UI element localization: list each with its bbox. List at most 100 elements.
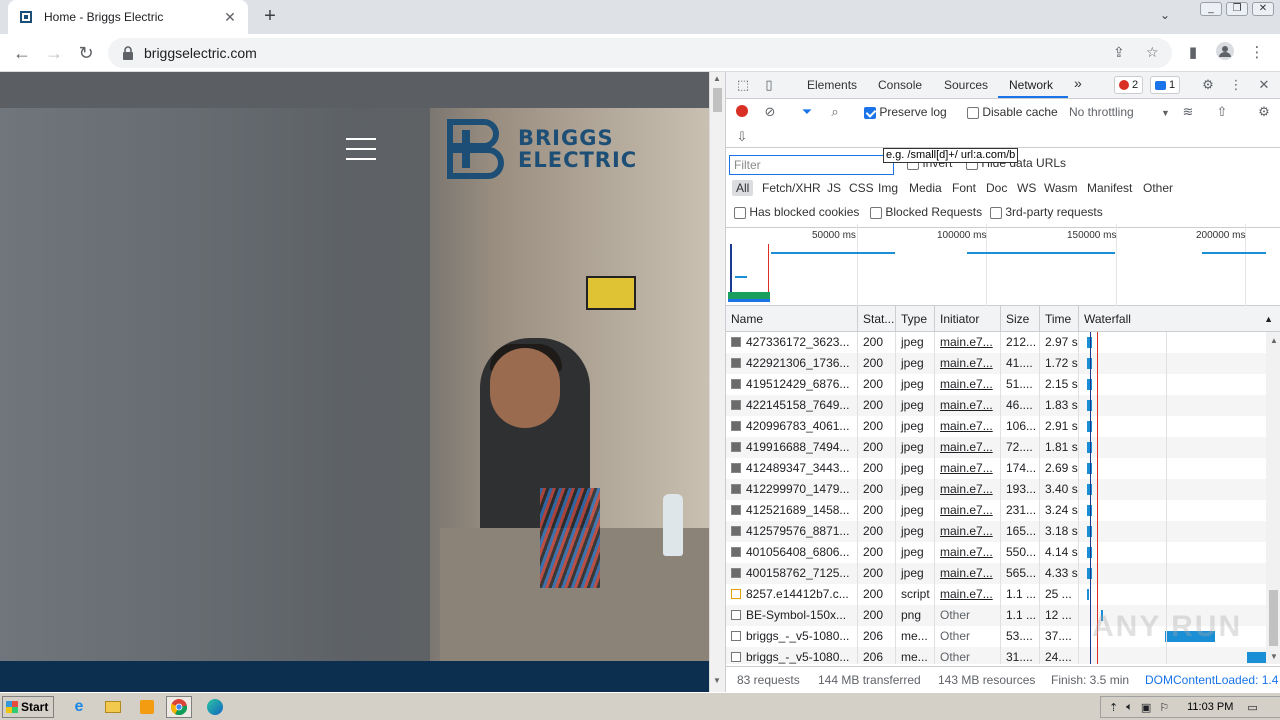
column-header-size[interactable]: Size bbox=[1001, 306, 1040, 332]
inspect-element-icon[interactable]: ⬚ bbox=[735, 77, 751, 93]
cell-initiator[interactable]: main.e7... bbox=[935, 584, 1001, 605]
throttling-select[interactable]: No throttling ▼ bbox=[1069, 105, 1170, 119]
column-header-status[interactable]: Stat... bbox=[858, 306, 896, 332]
reload-icon[interactable]: ↻ bbox=[74, 41, 98, 65]
search-icon[interactable]: ⌕ bbox=[827, 104, 843, 120]
page-scrollbar[interactable]: ▲ ▼ bbox=[709, 72, 725, 692]
column-header-time[interactable]: Time bbox=[1040, 306, 1079, 332]
type-filter-doc[interactable]: Doc bbox=[986, 181, 1007, 195]
type-filter-all[interactable]: All bbox=[732, 180, 754, 196]
type-text: jpeg bbox=[901, 461, 924, 475]
volume-icon[interactable]: 🔈︎ bbox=[1126, 701, 1133, 714]
close-tab-icon[interactable]: ✕ bbox=[222, 9, 238, 25]
type-filter-wasm[interactable]: Wasm bbox=[1044, 181, 1078, 195]
internet-explorer-icon[interactable]: e bbox=[66, 696, 92, 718]
hamburger-menu-icon[interactable] bbox=[346, 138, 376, 160]
preserve-log-checkbox[interactable]: Preserve log bbox=[864, 105, 947, 119]
tab-network[interactable]: Network bbox=[1009, 78, 1053, 92]
cell-initiator[interactable]: main.e7... bbox=[935, 458, 1001, 479]
tab-sources[interactable]: Sources bbox=[944, 78, 988, 92]
message-count-badge[interactable]: 1 bbox=[1150, 76, 1181, 94]
type-filter-css[interactable]: CSS bbox=[849, 181, 874, 195]
error-icon bbox=[1119, 80, 1129, 90]
side-panel-icon[interactable]: ▮ bbox=[1182, 42, 1204, 64]
column-header-name[interactable]: Name bbox=[726, 306, 858, 332]
tray-expand-icon[interactable]: ⇡ bbox=[1109, 701, 1118, 714]
network-settings-icon[interactable]: ⚙ bbox=[1256, 104, 1272, 120]
cell-initiator[interactable]: main.e7... bbox=[935, 500, 1001, 521]
cell-initiator[interactable]: main.e7... bbox=[935, 521, 1001, 542]
address-bar[interactable]: briggselectric.com bbox=[108, 38, 1172, 68]
show-desktop-icon[interactable]: ▭ bbox=[1247, 701, 1257, 714]
type-filter-img[interactable]: Img bbox=[878, 181, 898, 195]
cell-initiator[interactable]: main.e7... bbox=[935, 542, 1001, 563]
filter-funnel-icon[interactable]: ⏷ bbox=[799, 104, 815, 120]
cell-initiator[interactable]: main.e7... bbox=[935, 479, 1001, 500]
new-tab-button[interactable]: + bbox=[258, 5, 282, 29]
cell-initiator[interactable]: main.e7... bbox=[935, 563, 1001, 584]
scroll-up-icon[interactable]: ▲ bbox=[1270, 336, 1278, 345]
minimize-icon[interactable]: _ bbox=[1200, 2, 1222, 16]
type-filter-ws[interactable]: WS bbox=[1017, 181, 1036, 195]
back-icon[interactable]: ← bbox=[10, 41, 34, 65]
error-count-badge[interactable]: 2 bbox=[1114, 76, 1144, 94]
network-overview-timeline[interactable]: 50000 ms 100000 ms 150000 ms 200000 ms bbox=[726, 224, 1280, 306]
device-toolbar-icon[interactable]: ▯ bbox=[761, 77, 777, 93]
export-har-icon[interactable]: ⇩ bbox=[734, 129, 750, 145]
browser-tab[interactable]: Home - Briggs Electric ✕ bbox=[8, 0, 248, 34]
record-icon[interactable] bbox=[734, 104, 750, 120]
close-devtools-icon[interactable]: ✕ bbox=[1256, 77, 1272, 93]
forward-icon[interactable]: → bbox=[42, 41, 66, 65]
devtools-menu-icon[interactable]: ⋮ bbox=[1228, 77, 1244, 93]
file-explorer-icon[interactable] bbox=[100, 696, 126, 718]
cell-initiator[interactable]: main.e7... bbox=[935, 353, 1001, 374]
bookmark-star-icon[interactable]: ☆ bbox=[1146, 44, 1159, 61]
scroll-down-icon[interactable]: ▼ bbox=[713, 676, 721, 685]
type-filter-font[interactable]: Font bbox=[952, 181, 976, 195]
briggs-electric-logo[interactable]: BRIGGS ELECTRIC bbox=[446, 118, 637, 180]
network-icon[interactable]: ▣ bbox=[1141, 701, 1151, 714]
profile-avatar-icon[interactable] bbox=[1214, 42, 1236, 64]
tab-elements[interactable]: Elements bbox=[807, 78, 857, 92]
clear-icon[interactable]: ⊘ bbox=[762, 104, 778, 120]
third-party-checkbox[interactable]: 3rd-party requests bbox=[990, 205, 1103, 219]
action-center-flag-icon[interactable]: ⚐ bbox=[1159, 701, 1169, 714]
restore-icon[interactable]: ❐ bbox=[1226, 2, 1248, 16]
edge-icon[interactable] bbox=[202, 696, 228, 718]
filter-input[interactable]: Filter bbox=[729, 155, 894, 175]
tab-console[interactable]: Console bbox=[878, 78, 922, 92]
cell-initiator[interactable]: main.e7... bbox=[935, 332, 1001, 353]
cell-initiator[interactable]: main.e7... bbox=[935, 374, 1001, 395]
cell-initiator[interactable]: main.e7... bbox=[935, 395, 1001, 416]
type-filter-fetch-xhr[interactable]: Fetch/XHR bbox=[762, 181, 821, 195]
blocked-requests-checkbox[interactable]: Blocked Requests bbox=[870, 205, 982, 219]
column-header-type[interactable]: Type bbox=[896, 306, 935, 332]
media-player-icon[interactable] bbox=[134, 696, 160, 718]
chrome-taskbar-icon[interactable] bbox=[166, 696, 192, 718]
type-filter-other[interactable]: Other bbox=[1143, 181, 1173, 195]
start-button[interactable]: Start bbox=[2, 696, 54, 718]
scroll-up-icon[interactable]: ▲ bbox=[713, 74, 721, 83]
settings-gear-icon[interactable]: ⚙ bbox=[1200, 77, 1216, 93]
network-conditions-icon[interactable]: ≋ bbox=[1180, 104, 1196, 120]
chrome-menu-icon[interactable]: ⋮ bbox=[1246, 42, 1268, 64]
network-table-scrollbar[interactable]: ▲ ▼ bbox=[1266, 332, 1280, 664]
type-filter-manifest[interactable]: Manifest bbox=[1087, 181, 1132, 195]
type-filter-media[interactable]: Media bbox=[909, 181, 942, 195]
column-header-waterfall[interactable]: Waterfall ▲ bbox=[1079, 306, 1280, 332]
scroll-thumb[interactable] bbox=[1269, 590, 1278, 646]
import-har-icon[interactable]: ⇧ bbox=[1214, 104, 1230, 120]
blocked-cookies-checkbox[interactable]: Has blocked cookies bbox=[734, 205, 859, 219]
type-filter-js[interactable]: JS bbox=[827, 181, 841, 195]
cell-initiator[interactable]: main.e7... bbox=[935, 437, 1001, 458]
disable-cache-checkbox[interactable]: Disable cache bbox=[967, 105, 1058, 119]
more-tabs-icon[interactable]: » bbox=[1074, 75, 1082, 91]
scroll-thumb[interactable] bbox=[713, 88, 722, 112]
column-header-initiator[interactable]: Initiator bbox=[935, 306, 1001, 332]
cell-initiator[interactable]: main.e7... bbox=[935, 416, 1001, 437]
share-icon[interactable]: ⇪ bbox=[1113, 44, 1125, 61]
scroll-down-icon[interactable]: ▼ bbox=[1270, 652, 1278, 661]
close-window-icon[interactable]: ✕ bbox=[1252, 2, 1274, 16]
tab-search-icon[interactable]: ⌄ bbox=[1160, 8, 1170, 22]
cell-size: 106... bbox=[1001, 416, 1040, 437]
